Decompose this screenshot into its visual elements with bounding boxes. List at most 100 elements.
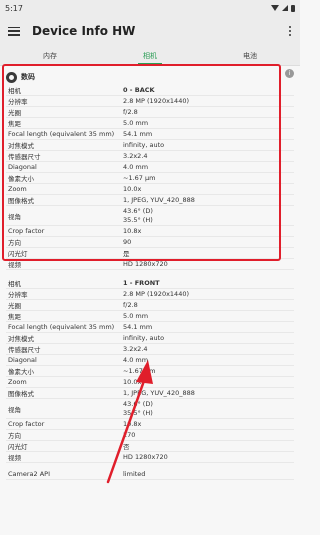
tab-camera[interactable]: 相机 xyxy=(100,46,200,65)
row-value: 10.8x xyxy=(123,420,142,428)
row-value: 10.0x xyxy=(123,378,142,386)
tab-bar: 内存 相机 电池 xyxy=(0,46,300,66)
row-key: 传感器尺寸 xyxy=(8,153,41,161)
camera-info-content: 数码 相机 0 - BACK 分辨率 2.8 MP (1920x1440) 光圈 f/2.… xyxy=(0,69,300,480)
row-key: 对焦模式 xyxy=(8,142,34,150)
more-options-icon[interactable] xyxy=(288,26,292,36)
info-row: 像素大小 ~1.67 μm xyxy=(6,366,294,377)
hamburger-menu-icon[interactable] xyxy=(8,26,20,36)
row-value-line: 35.5° (H) xyxy=(123,408,153,417)
info-row: 传感器尺寸 3.2x2.4 xyxy=(6,151,294,162)
info-row: 像素大小 ~1.67 μm xyxy=(6,173,294,184)
wifi-icon xyxy=(271,5,279,11)
row-key: 方向 xyxy=(8,432,21,440)
info-row: 光圈 f/2.8 xyxy=(6,300,294,311)
row-key: 相机 xyxy=(8,87,21,95)
info-row: 分辨率 2.8 MP (1920x1440) xyxy=(6,289,294,300)
row-value: 4.0 mm xyxy=(123,163,149,171)
info-row: Diagonal 4.0 mm xyxy=(6,162,294,173)
row-value: 3.2x2.4 xyxy=(123,152,148,160)
info-row: 相机 1 - FRONT xyxy=(6,278,294,289)
row-value: 270 xyxy=(123,431,136,439)
row-key: Crop factor xyxy=(8,420,45,428)
info-row: Focal length (equivalent 35 mm) 54.1 mm xyxy=(6,322,294,333)
row-key: 像素大小 xyxy=(8,368,34,376)
row-key: Camera2 API xyxy=(8,470,50,478)
row-value: 2.8 MP (1920x1440) xyxy=(123,290,189,298)
row-value: 否 xyxy=(123,443,130,451)
row-value: 1, JPEG, YUV_420_888 xyxy=(123,196,195,204)
info-row: 视频 HD 1280x720 xyxy=(6,259,294,270)
info-row: 焦距 5.0 mm xyxy=(6,118,294,129)
info-row: 分辨率 2.8 MP (1920x1440) xyxy=(6,96,294,107)
row-value: HD 1280x720 xyxy=(123,453,168,461)
info-row: Focal length (equivalent 35 mm) 54.1 mm xyxy=(6,129,294,140)
row-key: 分辨率 xyxy=(8,291,28,299)
info-row: 对焦模式 infinity, auto xyxy=(6,333,294,344)
row-key: 光圈 xyxy=(8,302,21,310)
info-row: 相机 0 - BACK xyxy=(6,85,294,96)
row-key: Zoom xyxy=(8,378,27,386)
info-row: 闪光灯 否 xyxy=(6,441,294,452)
status-icons xyxy=(271,4,295,12)
row-key: Diagonal xyxy=(8,356,37,364)
row-value: 1 - FRONT xyxy=(123,279,160,287)
info-row: Crop factor 10.8x xyxy=(6,419,294,430)
battery-icon xyxy=(291,4,295,12)
row-key: 分辨率 xyxy=(8,98,28,106)
info-row: 方向 270 xyxy=(6,430,294,441)
back-camera-block: 相机 0 - BACK 分辨率 2.8 MP (1920x1440) 光圈 f/2.8 焦距… xyxy=(6,85,294,270)
section-title: 数码 xyxy=(21,73,35,81)
tab-memory[interactable]: 内存 xyxy=(0,46,100,65)
row-value: 2.8 MP (1920x1440) xyxy=(123,97,189,105)
row-key: 闪光灯 xyxy=(8,443,28,451)
row-key: 方向 xyxy=(8,239,21,247)
row-key: 对焦模式 xyxy=(8,335,34,343)
row-key: 传感器尺寸 xyxy=(8,346,41,354)
row-key: Focal length (equivalent 35 mm) xyxy=(8,323,115,331)
row-value-line: 43.6° (D) xyxy=(123,206,153,215)
row-key: Diagonal xyxy=(8,163,37,171)
row-value: limited xyxy=(123,470,146,478)
section-header: 数码 xyxy=(6,69,294,85)
row-value: 54.1 mm xyxy=(123,323,153,331)
row-key: 焦距 xyxy=(8,120,21,128)
row-key: 图像格式 xyxy=(8,197,34,205)
info-icon[interactable]: i xyxy=(285,69,294,78)
row-key: 光圈 xyxy=(8,109,21,117)
row-value: f/2.8 xyxy=(123,108,138,116)
aperture-icon xyxy=(6,71,17,83)
info-row: 方向 90 xyxy=(6,237,294,248)
row-key: Focal length (equivalent 35 mm) xyxy=(8,130,115,138)
info-row: 对焦模式 infinity, auto xyxy=(6,140,294,151)
row-value: 43.6° (D) 35.5° (H) xyxy=(123,400,294,418)
row-key: Zoom xyxy=(8,185,27,193)
row-key: 视频 xyxy=(8,454,21,462)
row-value: ~1.67 μm xyxy=(123,174,156,182)
tab-battery[interactable]: 电池 xyxy=(200,46,300,65)
row-value: 43.6° (D) 35.5° (H) xyxy=(123,207,294,225)
app-title: Device Info HW xyxy=(32,24,136,38)
row-value: 是 xyxy=(123,250,130,258)
info-row: 传感器尺寸 3.2x2.4 xyxy=(6,344,294,355)
row-value: infinity, auto xyxy=(123,334,165,342)
info-row: Crop factor 10.8x xyxy=(6,226,294,237)
row-value: HD 1280x720 xyxy=(123,260,168,268)
row-key: 闪光灯 xyxy=(8,250,28,258)
app-bar: Device Info HW xyxy=(0,16,300,46)
row-value: infinity, auto xyxy=(123,141,165,149)
info-row: Diagonal 4.0 mm xyxy=(6,355,294,366)
row-value: 5.0 mm xyxy=(123,119,149,127)
row-key: Crop factor xyxy=(8,227,45,235)
row-value: 10.8x xyxy=(123,227,142,235)
row-key: 相机 xyxy=(8,280,21,288)
info-row: 视频 HD 1280x720 xyxy=(6,452,294,463)
row-value: 0 - BACK xyxy=(123,86,155,94)
row-key: 视角 xyxy=(8,405,21,414)
status-time: 5:17 xyxy=(5,3,23,13)
info-row: 图像格式 1, JPEG, YUV_420_888 xyxy=(6,195,294,206)
row-key: 像素大小 xyxy=(8,175,34,183)
row-value: f/2.8 xyxy=(123,301,138,309)
row-value: 90 xyxy=(123,238,132,246)
signal-icon xyxy=(282,5,288,11)
